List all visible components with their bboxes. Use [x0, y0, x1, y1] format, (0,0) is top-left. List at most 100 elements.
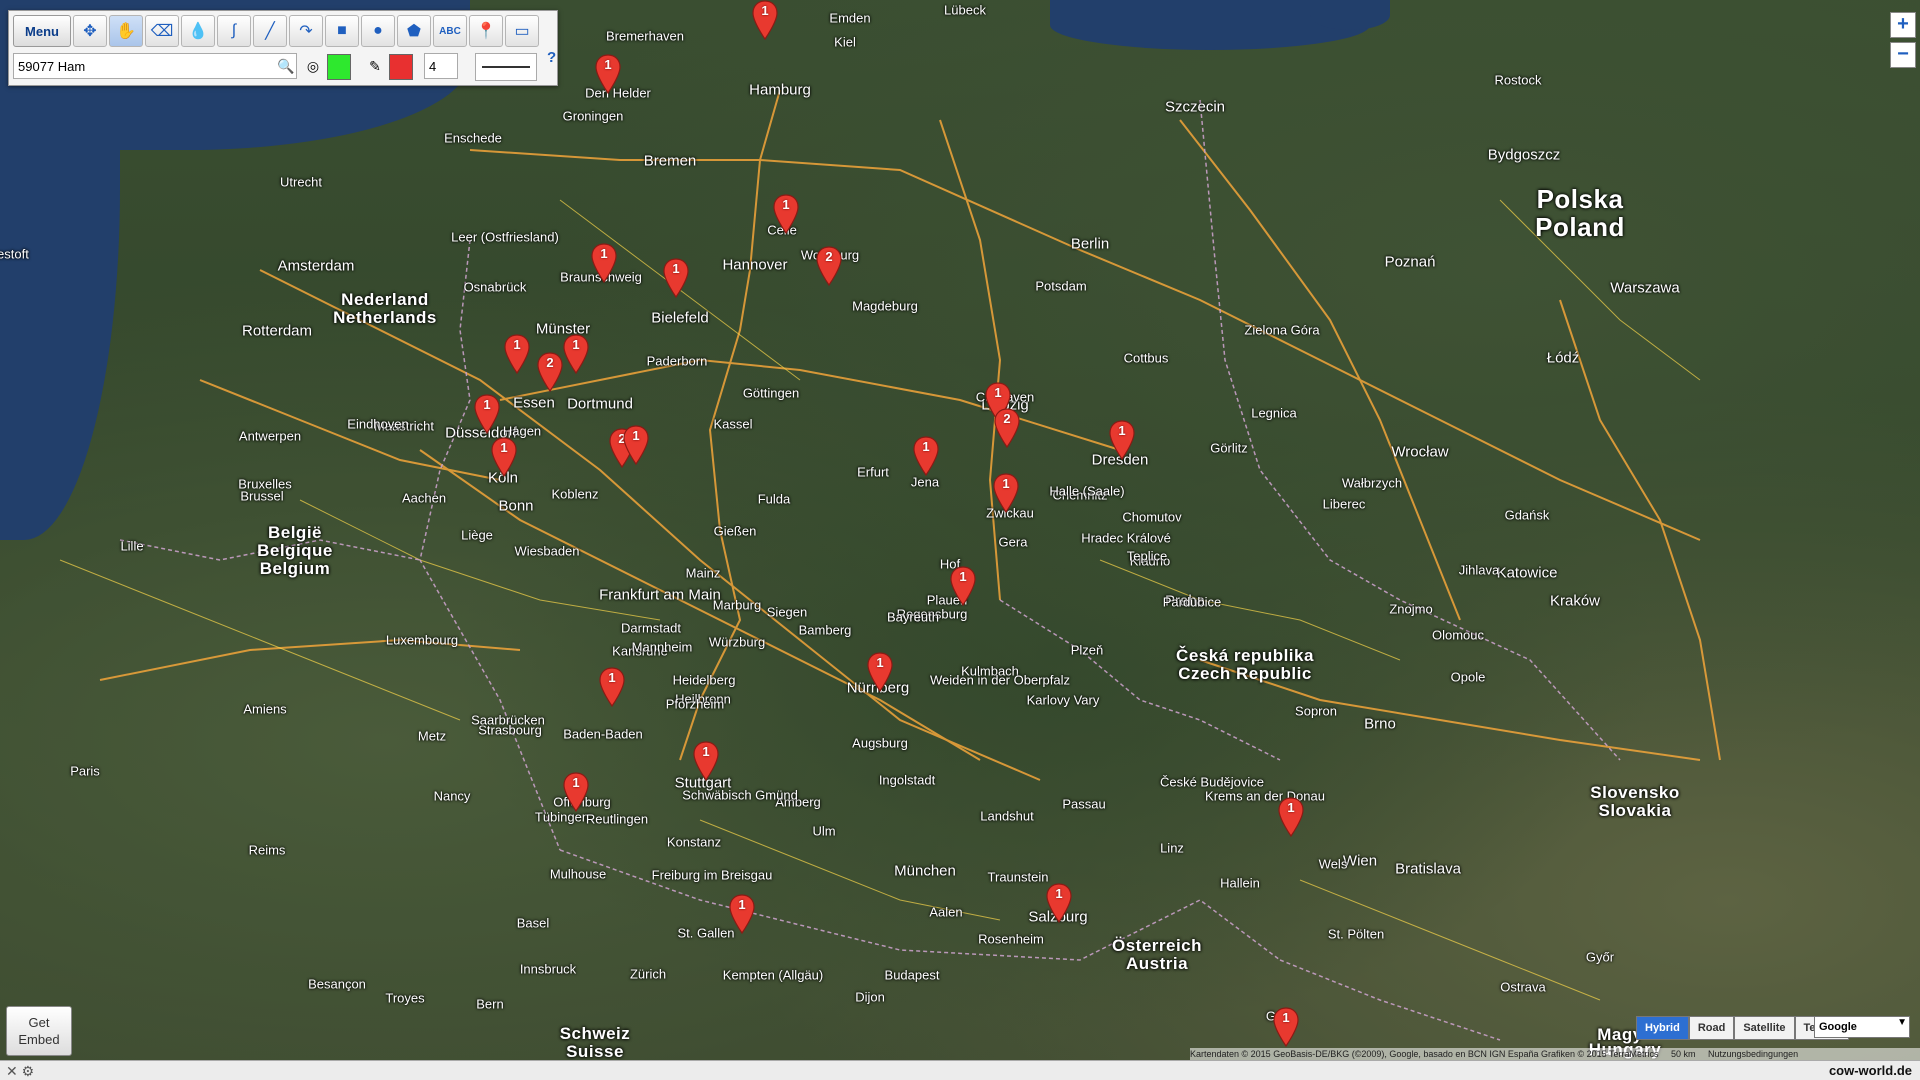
- map-marker[interactable]: 1: [591, 243, 617, 283]
- menu-button[interactable]: Menu: [13, 15, 71, 47]
- map-marker[interactable]: 1: [491, 437, 517, 477]
- fill-color-swatch[interactable]: [389, 54, 413, 80]
- map-marker[interactable]: 1: [504, 334, 530, 374]
- gear-icon[interactable]: ⚙: [22, 1063, 35, 1079]
- city-label: Mainz: [685, 565, 721, 581]
- pan-hand-tool-button[interactable]: ✋: [109, 15, 143, 47]
- map-marker[interactable]: 1: [1109, 420, 1135, 460]
- help-button[interactable]: ?: [547, 49, 556, 66]
- map-marker[interactable]: 1: [993, 473, 1019, 513]
- map-marker[interactable]: 1: [1273, 1007, 1299, 1047]
- arrow-curve-tool-button[interactable]: ↷: [289, 15, 323, 47]
- map-marker[interactable]: 1: [913, 436, 939, 476]
- hand-icon: ✋: [116, 23, 136, 40]
- fill-color-picker-button[interactable]: ✎: [363, 53, 387, 79]
- line-color-swatch[interactable]: [327, 54, 351, 80]
- city-label: Osnabrück: [463, 279, 527, 295]
- map-marker[interactable]: 1: [474, 394, 500, 434]
- site-name: cow-world.de: [1828, 1063, 1912, 1078]
- map-marker[interactable]: 1: [623, 425, 649, 465]
- marker-label: 1: [702, 744, 710, 759]
- city-label: Kiel: [834, 34, 856, 50]
- map-marker[interactable]: 1: [599, 667, 625, 707]
- zoom-out-button[interactable]: −: [1890, 42, 1916, 68]
- city-label: Hannover: [722, 256, 788, 274]
- marker-label: 1: [761, 3, 769, 18]
- map-type-road-button[interactable]: Road: [1688, 1016, 1735, 1040]
- rectangle-icon: ■: [337, 22, 347, 39]
- city-label: St. Gallen: [677, 925, 735, 941]
- country-label-poland: Polska Poland: [1535, 184, 1625, 242]
- map-marker[interactable]: 2: [994, 408, 1020, 448]
- marker-label: 1: [782, 197, 790, 212]
- bottom-tools: ✕ ⚙: [6, 1063, 34, 1080]
- line-width-stepper[interactable]: 4: [424, 53, 458, 79]
- zoom-in-button[interactable]: +: [1890, 12, 1916, 38]
- line-color-picker-button[interactable]: ◎: [301, 53, 325, 79]
- map-marker[interactable]: 1: [773, 194, 799, 234]
- map-marker[interactable]: 1: [867, 652, 893, 692]
- map-attribution: Kartendaten © 2015 GeoBasis-DE/BKG (©200…: [1190, 1048, 1920, 1060]
- marker-label: 1: [1282, 1010, 1290, 1025]
- map-marker[interactable]: 1: [595, 54, 621, 94]
- line-width-value: 4: [429, 58, 437, 74]
- get-embed-button[interactable]: Get Embed: [6, 1006, 72, 1056]
- city-label: Bremerhaven: [605, 28, 685, 44]
- map-marker[interactable]: 1: [729, 894, 755, 934]
- map-marker[interactable]: 2: [816, 246, 842, 286]
- city-label: Kassel: [713, 416, 753, 432]
- map-marker[interactable]: 1: [563, 772, 589, 812]
- map-provider-select[interactable]: Google ▼: [1814, 1016, 1910, 1038]
- text-abc-icon: ABC: [439, 25, 461, 37]
- terms-link[interactable]: Nutzungsbedingungen: [1708, 1049, 1798, 1059]
- freehand-icon: ∫: [231, 22, 237, 39]
- rectangle-tool-button[interactable]: ■: [325, 15, 359, 47]
- city-label: Baden-Baden: [563, 726, 643, 742]
- city-label: Landshut: [980, 808, 1034, 824]
- country-label-belgium: België Belgique Belgium: [257, 523, 333, 578]
- circle-tool-button[interactable]: ●: [361, 15, 395, 47]
- marker-label: 2: [546, 355, 554, 370]
- city-label: Nancy: [433, 788, 471, 804]
- close-icon[interactable]: ✕: [6, 1063, 18, 1079]
- map-marker[interactable]: 1: [663, 258, 689, 298]
- map-type-satellite-button[interactable]: Satellite: [1734, 1016, 1795, 1040]
- city-label: Basel: [516, 915, 550, 931]
- map-marker[interactable]: 1: [752, 0, 778, 40]
- city-label: Zielona Góra: [1244, 322, 1320, 338]
- map-marker[interactable]: 2: [537, 352, 563, 392]
- image-icon: ▭: [514, 23, 530, 40]
- line-icon: ╱: [265, 23, 275, 40]
- map-marker[interactable]: 1: [563, 334, 589, 374]
- move-tool-button[interactable]: ✥: [73, 15, 107, 47]
- map-type-hybrid-button[interactable]: Hybrid: [1636, 1016, 1689, 1040]
- polygon-tool-button[interactable]: ⬟: [397, 15, 431, 47]
- city-label: Opole: [1450, 669, 1486, 685]
- marker-label: 1: [1287, 800, 1295, 815]
- line-style-preview: [482, 66, 530, 68]
- map-marker[interactable]: 1: [693, 741, 719, 781]
- city-label: Bremen: [643, 152, 697, 170]
- map-marker[interactable]: 1: [950, 566, 976, 606]
- eraser-tool-button[interactable]: ⌫: [145, 15, 179, 47]
- image-tool-button[interactable]: ▭: [505, 15, 539, 47]
- city-label: Teplice: [1126, 548, 1168, 564]
- city-label: Paris: [70, 763, 100, 779]
- city-label: Bamberg: [798, 622, 852, 638]
- city-label: Magdeburg: [852, 298, 918, 314]
- city-label: Groningen: [562, 108, 624, 124]
- search-input[interactable]: [13, 53, 297, 79]
- marker-tool-button[interactable]: 📍: [469, 15, 503, 47]
- map-pin-icon: 📍: [476, 23, 496, 40]
- line-tool-button[interactable]: ╱: [253, 15, 287, 47]
- map-canvas[interactable]: Polska Poland Nederland Netherlands België…: [0, 0, 1920, 1060]
- map-marker[interactable]: 1: [1278, 797, 1304, 837]
- city-label: Augsburg: [852, 735, 908, 751]
- freehand-tool-button[interactable]: ∫: [217, 15, 251, 47]
- map-marker[interactable]: 1: [1046, 883, 1072, 923]
- fill-tool-button[interactable]: 💧: [181, 15, 215, 47]
- country-label-switzerland: Schweiz Suisse: [559, 1024, 631, 1061]
- line-style-select[interactable]: [475, 53, 537, 81]
- city-label: Enschede: [444, 130, 502, 146]
- text-tool-button[interactable]: ABC: [433, 15, 467, 47]
